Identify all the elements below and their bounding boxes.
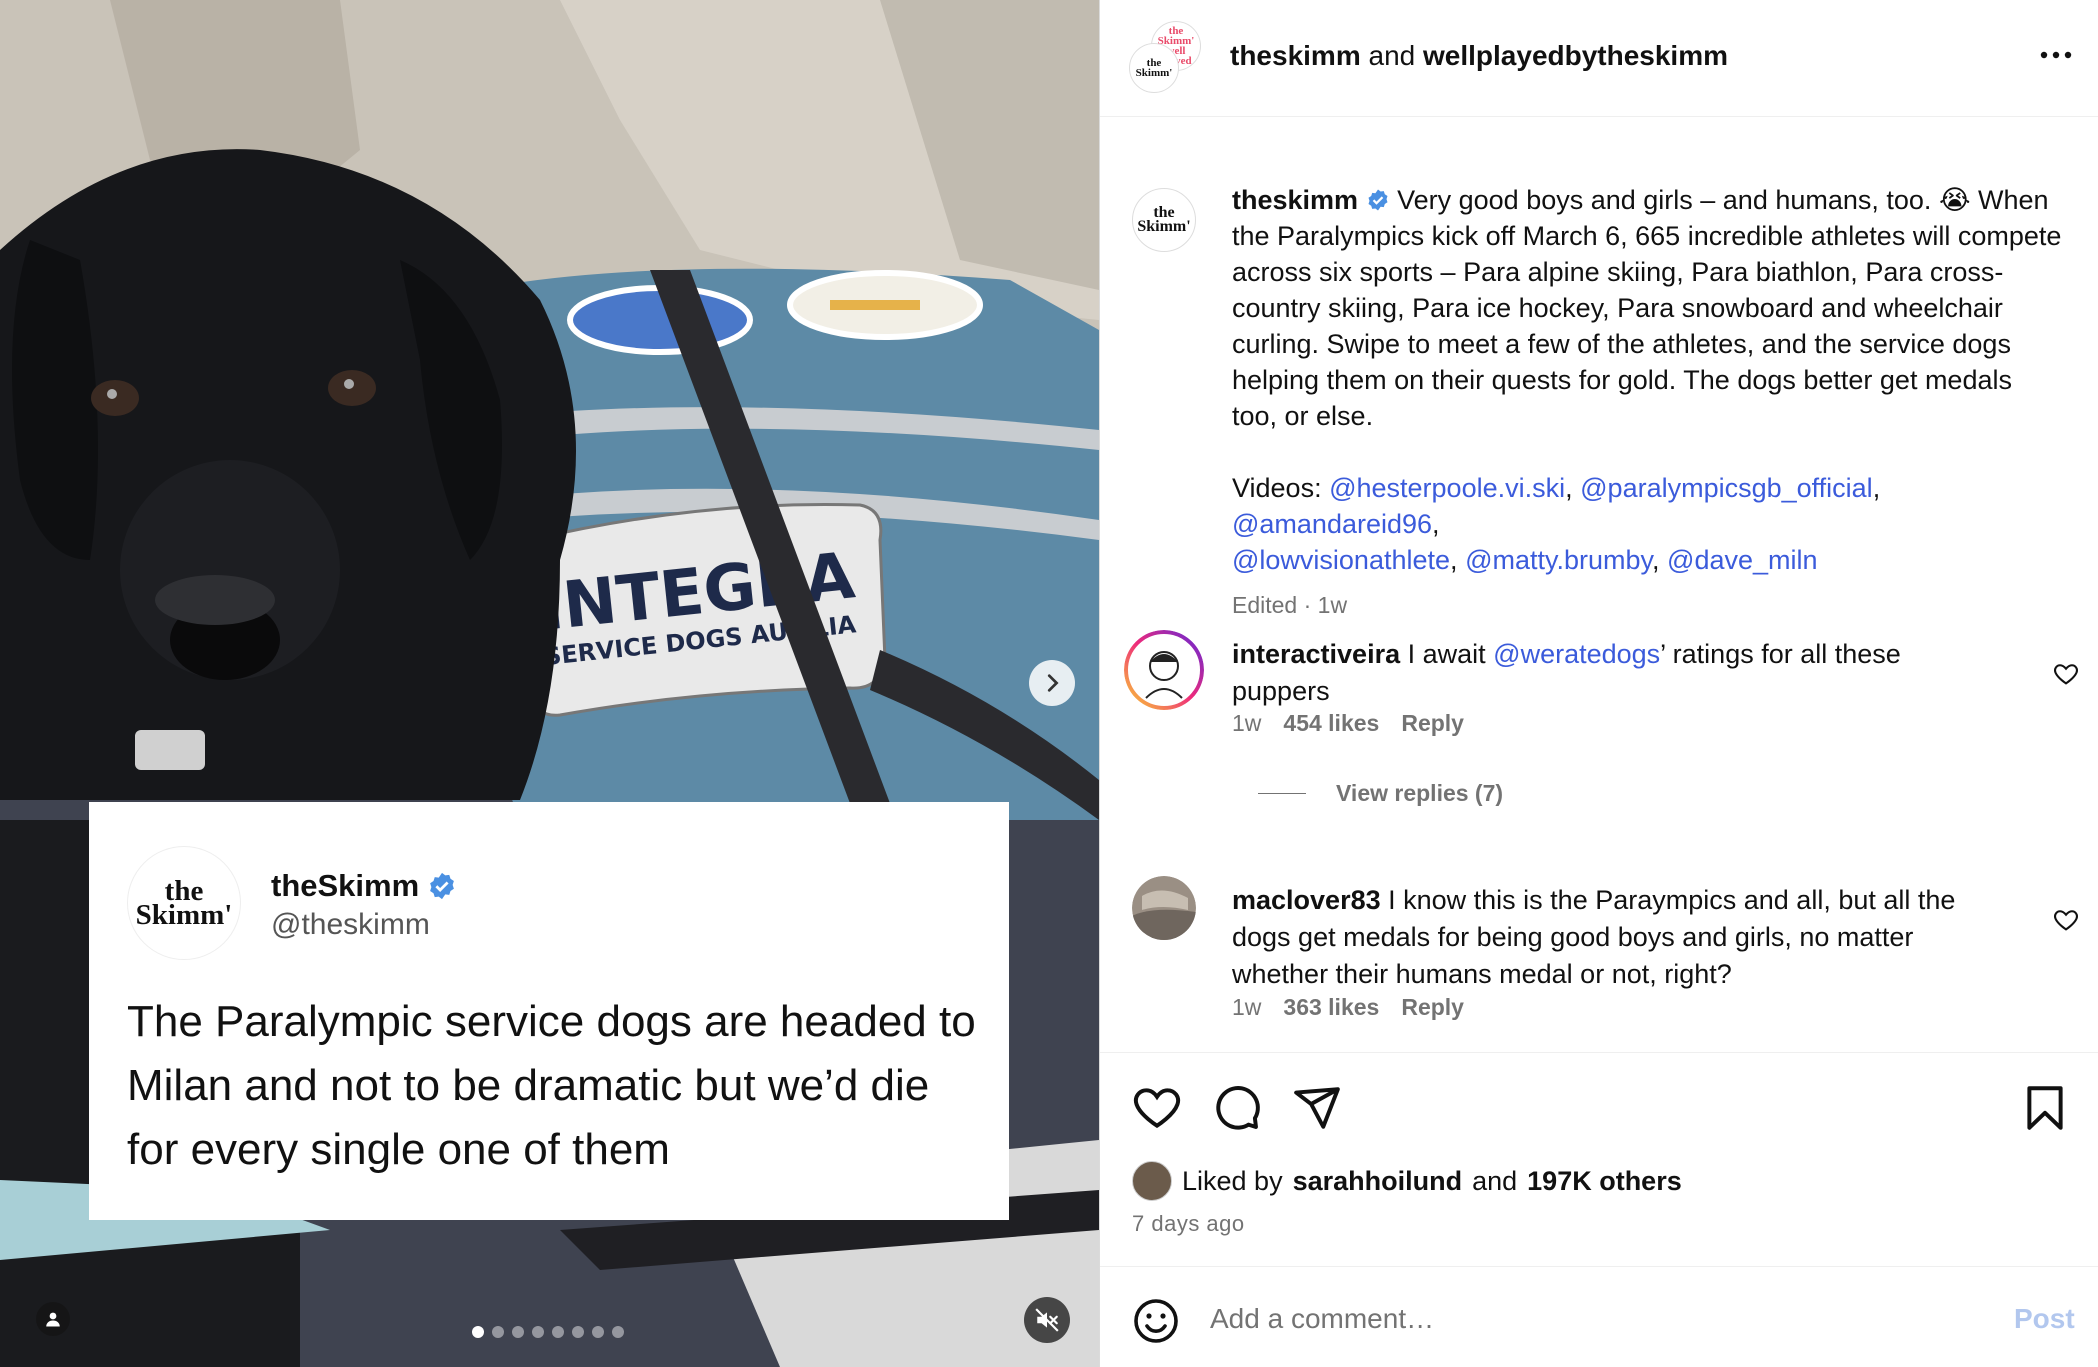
post-sidebar: the Skimm' well played the Skimm' theski… [1099,0,2098,1367]
comments-scroll-area[interactable]: the Skimm' theskimm Very good boys and g… [1100,118,2098,1052]
comment-text: maclover83 I know this is the Paraympics… [1232,882,1992,993]
carousel-dot [492,1326,504,1338]
comment-username[interactable]: maclover83 [1232,885,1381,915]
share-icon[interactable] [1292,1083,1342,1133]
post-actions: Liked by sarahhoilund and 197K others 7 … [1100,1052,2098,1266]
caption-username[interactable]: theskimm [1232,185,1358,215]
emoji-icon[interactable] [1132,1297,1180,1345]
separator: , [1872,473,1881,503]
tweet-avatar: the Skimm' [127,846,241,960]
verified-icon [430,872,455,900]
post-header: the Skimm' well played the Skimm' theski… [1100,0,2098,117]
tweet-author-name: theSkimm [271,868,457,904]
carousel-next-button[interactable] [1029,660,1075,706]
divider [1258,793,1306,794]
mention-link[interactable]: @amandareid96 [1232,509,1432,539]
mention-link[interactable]: @matty.brumby [1465,545,1652,575]
tweet-card: the Skimm' theSkimm @theskimm The Paraly… [89,802,1009,1220]
comment-likes[interactable]: 363 likes [1283,994,1379,1021]
post-authors: theskimm and wellplayedbytheskimm [1230,40,1728,72]
comment-icon[interactable] [1212,1083,1262,1133]
liked-by-prefix: Liked by [1182,1165,1283,1196]
caption-meta: Edited · 1w [1232,592,1348,618]
avatar-image [1124,630,1204,710]
comment-input[interactable] [1210,1293,1970,1345]
chevron-right-icon [1047,674,1059,692]
carousel-dot [612,1326,624,1338]
user-tag-icon [46,1312,60,1327]
collab-avatars[interactable]: the Skimm' well played the Skimm' [1130,22,1200,92]
post-media[interactable]: INTEGRA SERVICE DOGS AUS LIA the Skimm' … [0,0,1099,1367]
carousel-dot [512,1326,524,1338]
caption-body: theskimm Very good boys and girls – and … [1232,182,2062,623]
carousel-dot [472,1326,484,1338]
mention-link[interactable]: @lowvisionathlete [1232,545,1450,575]
avatar: the Skimm' [1130,44,1178,92]
caption-text: Very good boys and girls – and humans, t… [1232,185,2062,431]
avatar[interactable]: the Skimm' [1132,188,1196,252]
comment-text-part: I await [1407,639,1486,669]
like-comment-heart-icon[interactable] [2052,660,2080,688]
mention-link[interactable]: @weratedogs [1493,639,1660,669]
verified-icon [1368,189,1388,211]
reply-button[interactable]: Reply [1401,994,1464,1021]
separator: , [1450,545,1458,575]
like-comment-heart-icon[interactable] [2052,906,2080,934]
avatar[interactable] [1124,630,1204,710]
liked-by: Liked by sarahhoilund and 197K others [1132,1161,1682,1201]
tweet-handle: @theskimm [271,908,430,941]
comment-meta: 1w 363 likes Reply [1232,994,1464,1021]
view-replies-label: View replies (7) [1336,780,1504,806]
comment-likes[interactable]: 454 likes [1283,710,1379,737]
collaborator-link[interactable]: wellplayedbytheskimm [1423,40,1728,71]
avatar[interactable] [1132,876,1196,940]
carousel-dot [592,1326,604,1338]
comment-time: 1w [1232,994,1262,1020]
carousel-indicator [472,1326,624,1338]
muted-speaker-icon [1035,1308,1059,1332]
tagged-users-button[interactable] [36,1302,70,1336]
avatar-image [1132,876,1196,940]
authors-joiner: and [1368,40,1416,71]
tweet-author-label: theSkimm [271,868,420,903]
heart-icon[interactable] [1132,1083,1182,1133]
comment-text: interactiveira I await @weratedogs’ rati… [1232,636,1992,710]
mute-toggle-button[interactable] [1024,1297,1070,1343]
view-replies-button[interactable]: View replies (7) [1258,780,1503,807]
videos-label: Videos: [1232,473,1322,503]
comment-meta: 1w 454 likes Reply [1232,710,1464,737]
carousel-dot [572,1326,584,1338]
carousel-dot [552,1326,564,1338]
more-options-icon[interactable] [2036,40,2076,70]
bookmark-icon[interactable] [2020,1083,2070,1133]
reply-button[interactable]: Reply [1401,710,1464,737]
mention-link[interactable]: @paralympicsgb_official [1580,473,1873,503]
liked-by-user-link[interactable]: sarahhoilund [1293,1166,1463,1197]
separator: , [1432,509,1440,539]
post-comment-button[interactable]: Post [2014,1303,2075,1335]
mention-link[interactable]: @hesterpoole.vi.ski [1329,473,1565,503]
mention-link[interactable]: @dave_miln [1667,545,1817,575]
comment-username[interactable]: interactiveira [1232,639,1400,669]
separator: , [1652,545,1660,575]
carousel-dot [532,1326,544,1338]
comment-time: 1w [1232,710,1262,736]
post-date[interactable]: 7 days ago [1132,1211,1245,1237]
add-comment-bar: Post [1100,1266,2098,1367]
liked-by-joiner: and [1472,1165,1518,1196]
tweet-text: The Paralympic service dogs are headed t… [127,997,976,1174]
avatar[interactable] [1132,1161,1172,1201]
separator: , [1565,473,1573,503]
author-link[interactable]: theskimm [1230,40,1361,71]
liked-by-others-link[interactable]: 197K others [1527,1166,1682,1197]
